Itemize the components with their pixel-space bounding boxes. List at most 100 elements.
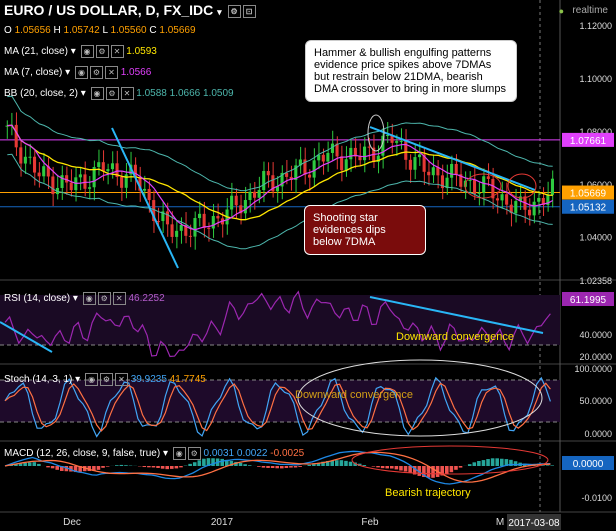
macd-histogram-bar	[445, 466, 449, 475]
stoch-legend[interactable]: Stoch (14, 3, 1) ▾ ◉ ⚙ ✕ 39.9235 41.7745	[4, 373, 206, 386]
macd-histogram-bar	[376, 466, 380, 468]
candle-body	[234, 195, 238, 206]
macd-histogram-bar	[403, 466, 408, 472]
eye-icon[interactable]: ◉	[172, 447, 186, 460]
candle-body	[537, 197, 541, 202]
rsi-tick-label: 20.0000	[579, 352, 612, 362]
candle-body	[216, 216, 220, 219]
close-icon[interactable]: ✕	[104, 66, 118, 79]
candle-body	[308, 174, 312, 178]
candle-body	[367, 146, 371, 148]
ma7-legend[interactable]: MA (7, close) ▾ ◉ ⚙ ✕ 1.0566	[4, 66, 151, 79]
macd-histogram-bar	[142, 466, 147, 468]
candle-body	[454, 163, 458, 175]
eye-icon[interactable]: ◉	[80, 45, 94, 58]
shooting-star-note: Shooting star evidences dips below 7DMA	[304, 205, 426, 255]
macd-histogram-bar	[96, 466, 101, 470]
candle-body	[230, 195, 234, 210]
candle-body	[340, 156, 344, 171]
candle-body	[243, 200, 247, 214]
candle-body	[120, 176, 124, 188]
stoch-tick-label: 0.0000	[584, 429, 612, 439]
candle-body	[101, 162, 105, 172]
candle-body	[37, 172, 41, 177]
settings-icon[interactable]: ⚙	[105, 87, 119, 100]
candle-body	[248, 191, 252, 201]
candle-body	[358, 156, 362, 161]
compare-icon[interactable]: ⊡	[242, 4, 256, 18]
eye-icon[interactable]: ◉	[90, 87, 104, 100]
candle-body	[482, 176, 486, 193]
macd-histogram-bar	[179, 466, 183, 468]
macd-histogram-bar	[385, 466, 389, 469]
settings-icon[interactable]: ⚙	[95, 45, 109, 58]
macd-histogram-bar	[335, 460, 339, 466]
macd-histogram-bar	[467, 464, 472, 466]
stoch-tick-label: 50.0000	[579, 396, 612, 406]
candle-body	[450, 163, 454, 178]
candle-body	[514, 201, 518, 214]
candle-body	[532, 201, 536, 216]
stoch-note: Downward convergence	[295, 389, 414, 401]
close-icon[interactable]: ✕	[110, 45, 124, 58]
settings-icon[interactable]: ⚙	[89, 66, 103, 79]
macd-histogram-bar	[394, 466, 399, 470]
macd-histogram-bar	[23, 462, 27, 466]
settings-icon[interactable]: ⚙	[97, 292, 111, 305]
candle-body	[408, 159, 412, 170]
macd-histogram-bar	[344, 460, 348, 466]
macd-histogram-bar	[261, 466, 266, 468]
candle-body	[33, 156, 37, 173]
bb-legend[interactable]: BB (20, close, 2) ▾ ◉ ⚙ ✕ 1.0588 1.0666 1.…	[4, 87, 234, 100]
candle-body	[495, 198, 499, 201]
macd-histogram-bar	[362, 465, 367, 466]
candle-body	[202, 213, 206, 228]
eye-icon[interactable]: ◉	[84, 373, 98, 386]
x-tick-label: Feb	[361, 517, 379, 528]
candle-body	[28, 156, 32, 158]
settings-icon[interactable]: ⚙	[187, 447, 201, 460]
candle-body	[97, 162, 101, 168]
candle-body	[266, 171, 270, 176]
symbol-title[interactable]: EURO / US DOLLAR, D, FX_IDC ▾ ⚙ ⊡	[4, 2, 256, 18]
macd-legend[interactable]: MACD (12, 26, close, 9, false, true) ▾ ◉…	[4, 447, 304, 460]
close-icon[interactable]: ✕	[112, 292, 126, 305]
eye-icon[interactable]: ◉	[74, 66, 88, 79]
candle-body	[175, 230, 179, 237]
candle-body	[257, 190, 261, 198]
macd-histogram-bar	[298, 466, 302, 467]
ma21-legend[interactable]: MA (21, close) ▾ ◉ ⚙ ✕ 1.0593	[4, 45, 157, 58]
macd-histogram-bar	[238, 462, 243, 466]
macd-histogram-bar	[119, 464, 124, 466]
macd-histogram-bar	[481, 460, 486, 466]
candle-body	[14, 124, 18, 148]
macd-histogram-bar	[115, 465, 119, 466]
macd-histogram-bar	[472, 462, 477, 466]
candle-body	[344, 159, 348, 171]
candle-body	[179, 224, 183, 231]
close-icon[interactable]: ✕	[120, 87, 134, 100]
rsi-badge-label: 61.1995	[570, 295, 607, 306]
macd-histogram-bar	[500, 458, 504, 466]
eye-icon[interactable]: ◉	[82, 292, 96, 305]
price-tick-label: 1.12000	[579, 21, 612, 31]
close-icon[interactable]: ✕	[114, 373, 128, 386]
candle-body	[83, 174, 87, 189]
candle-body	[418, 154, 422, 158]
rsi-tick-label: 40.0000	[579, 330, 612, 340]
candle-body	[395, 141, 399, 143]
candle-body	[431, 167, 435, 176]
settings-icon[interactable]: ⚙	[99, 373, 113, 386]
candle-body	[253, 191, 257, 198]
price-tick-label: 1.04000	[579, 233, 612, 243]
candle-body	[500, 194, 504, 201]
macd-histogram-bar	[101, 466, 105, 468]
price-badge-label: 1.05669	[570, 189, 607, 200]
candle-body	[42, 166, 46, 177]
macd-histogram-bar	[495, 458, 499, 466]
rsi-legend[interactable]: RSI (14, close) ▾ ◉ ⚙ ✕ 46.2252	[4, 292, 165, 305]
macd-tick-label: -0.0100	[581, 493, 612, 503]
settings-icon[interactable]: ⚙	[227, 4, 241, 18]
macd-histogram-bar	[160, 466, 165, 469]
macd-histogram-bar	[197, 460, 202, 466]
